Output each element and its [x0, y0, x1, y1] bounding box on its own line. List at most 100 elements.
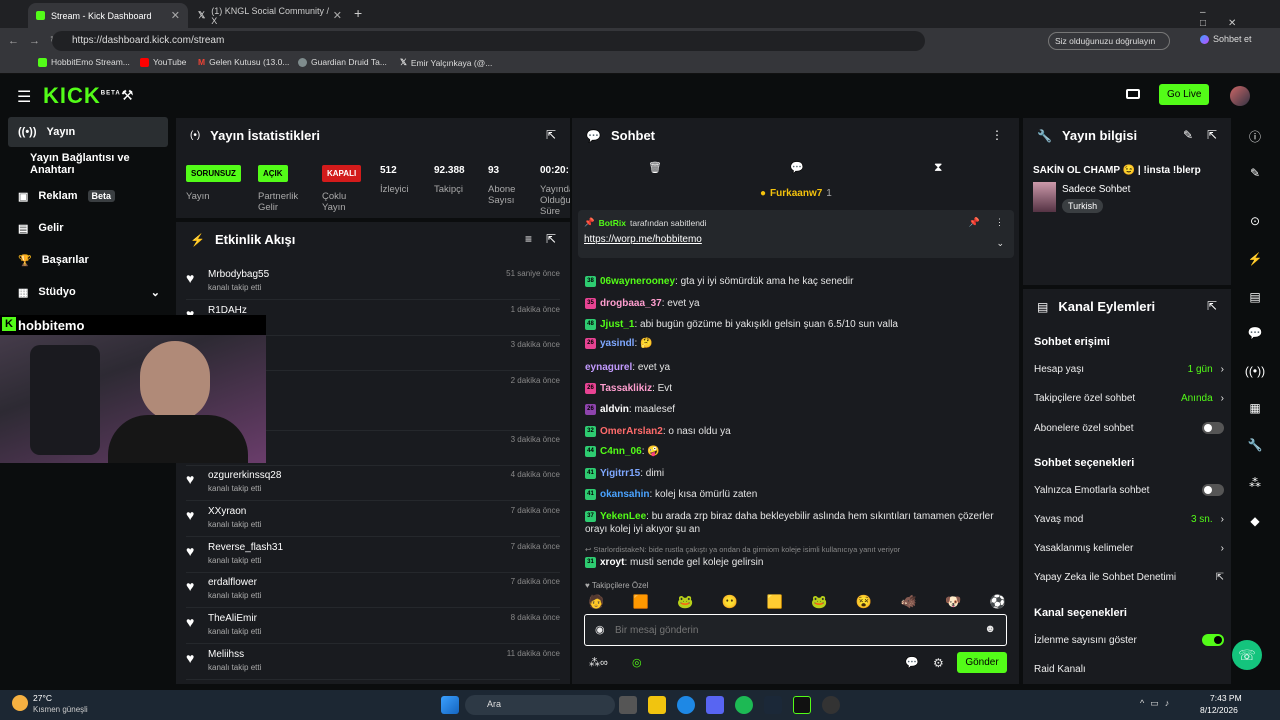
wrench-icon[interactable]: 🔧 — [1244, 434, 1266, 456]
discord-icon[interactable] — [706, 696, 724, 714]
bookmark-item[interactable]: YouTube — [140, 57, 186, 67]
pinned-link[interactable]: https://worp.me/hobbitemo — [584, 234, 702, 245]
edit-icon[interactable]: ✎ — [1183, 128, 1193, 142]
emote-icon[interactable]: 🐸 — [811, 594, 827, 610]
tab-kick-dashboard[interactable]: Stream - Kick Dashboard ✕ — [28, 3, 188, 28]
account-age-row[interactable]: Hesap yaşı 1 gün › — [1034, 364, 1224, 375]
kick-logo[interactable]: KICKBETA — [43, 83, 121, 109]
kick-icon[interactable]: ◎ — [632, 656, 642, 669]
emote-icon[interactable]: 🧑 — [588, 594, 604, 610]
chevron-down-icon[interactable]: ⌄ — [996, 238, 1004, 249]
theater-icon[interactable] — [1126, 89, 1140, 99]
menu-icon[interactable]: ☰ — [17, 87, 31, 107]
infinity-icon[interactable]: ⁂∞ — [589, 656, 608, 669]
bolt-icon[interactable]: ⚡ — [1244, 248, 1266, 270]
edit-icon[interactable]: ✎ — [1244, 162, 1266, 184]
taskbar-search[interactable]: Ara — [465, 695, 615, 715]
spotify-icon[interactable] — [735, 696, 753, 714]
popout-icon[interactable]: ⇱ — [546, 232, 556, 246]
bookmark-item[interactable]: HobbitEmo Stream... — [38, 57, 130, 67]
hourglass-icon[interactable]: ⧗ — [934, 160, 942, 175]
close-icon[interactable]: ✕ — [171, 9, 180, 22]
copilot-button[interactable]: Sohbet et — [1200, 34, 1252, 44]
event-user[interactable]: erdalflower — [208, 577, 257, 588]
sidebar-item-ads[interactable]: ▣ Reklam Beta — [8, 181, 168, 211]
steam-icon[interactable] — [764, 696, 782, 714]
chat-username[interactable]: aldvin — [600, 404, 629, 415]
bookmark-item[interactable]: Guardian Druid Ta... — [298, 57, 387, 67]
send-button[interactable]: Gönder — [957, 652, 1007, 673]
chat-username[interactable]: eynagurel — [585, 362, 632, 373]
hammer-icon[interactable]: ⚒ — [121, 87, 134, 104]
emote-only-toggle[interactable] — [1202, 484, 1224, 496]
chat-username[interactable]: okansahin — [600, 489, 649, 500]
app-icon[interactable] — [822, 696, 840, 714]
event-user[interactable]: Mrbodybag55 — [208, 269, 269, 280]
raid-row[interactable]: Raid Kanalı — [1034, 664, 1224, 675]
chat-username[interactable]: drogbaaa_37 — [600, 298, 662, 309]
tag-chip[interactable]: Turkish — [1062, 199, 1104, 213]
more-icon[interactable]: ⋮ — [995, 217, 1004, 228]
obs-icon[interactable] — [793, 696, 811, 714]
show-viewers-toggle[interactable] — [1202, 634, 1224, 646]
go-live-button[interactable]: Go Live — [1159, 84, 1210, 105]
tab-x-social[interactable]: 𝕏 (1) KNGL Social Community / X ✕ — [190, 3, 350, 28]
emote-icon[interactable]: 🐶 — [945, 594, 961, 610]
bookmark-item[interactable]: M Gelen Kutusu (13.0... — [198, 57, 289, 67]
sidebar-item-stream[interactable]: ((•)) Yayın — [8, 117, 168, 147]
tag-icon[interactable]: ◆ — [1244, 510, 1266, 532]
chat-input[interactable]: ◉ ☻ — [584, 614, 1007, 646]
support-icon[interactable]: ☏ — [1232, 640, 1262, 670]
pin-icon[interactable]: 📌 — [969, 217, 980, 228]
emoji-icon[interactable]: ☻ — [984, 623, 996, 635]
chat-bubble-icon[interactable]: 💬 — [790, 161, 804, 174]
new-tab-icon[interactable]: + — [354, 5, 362, 21]
slow-mode-row[interactable]: Yavaş mod 3 sn. › — [1034, 514, 1224, 525]
sidebar-item-stream-key[interactable]: Yayın Bağlantısı ve Anahtarı — [8, 149, 168, 179]
chat-bubble-icon[interactable]: 💬 — [905, 656, 919, 669]
broadcast-icon[interactable]: ((•)) — [1244, 360, 1266, 382]
subscribers-only-toggle[interactable] — [1202, 422, 1224, 434]
followers-only-row[interactable]: Takipçilere özel sohbet Anında › — [1034, 393, 1224, 404]
category-name[interactable]: Sadece Sohbet — [1062, 184, 1130, 195]
verify-pill[interactable]: Siz olduğunuzu doğrulayın — [1048, 32, 1170, 50]
avatar[interactable] — [1230, 86, 1250, 106]
task-view-icon[interactable] — [619, 696, 637, 714]
popout-icon[interactable]: ⇱ — [1207, 299, 1217, 313]
windows-start-icon[interactable] — [441, 696, 459, 714]
document-icon[interactable]: ▤ — [1244, 286, 1266, 308]
window-controls[interactable]: –□✕ — [1200, 7, 1280, 29]
bookmark-item[interactable]: 𝕏 Emir Yalçınkaya (@... — [400, 57, 492, 68]
chat-username[interactable]: YekenLee — [600, 511, 646, 522]
trash-icon[interactable]: 🗑 — [648, 161, 662, 174]
emote-icon[interactable]: 🐸 — [677, 594, 693, 610]
chat-username[interactable]: yasindl — [600, 338, 634, 349]
chat-username[interactable]: C4nn_06 — [600, 446, 642, 457]
top-gifter[interactable]: ● Furkaanw7 1 — [760, 188, 832, 199]
chat-username[interactable]: Jjust_1 — [600, 319, 634, 330]
target-icon[interactable]: ⊙ — [1244, 210, 1266, 232]
popout-icon[interactable]: ⇱ — [1207, 128, 1217, 142]
dots-icon[interactable]: ⁂ — [1244, 472, 1266, 494]
message-field[interactable] — [615, 621, 975, 639]
sidebar-item-studio[interactable]: ▦ Stüdyo ⌄ — [8, 277, 168, 307]
event-user[interactable]: XXyraon — [208, 506, 246, 517]
emote-icon[interactable]: 😵 — [856, 594, 872, 610]
emote-icon[interactable]: 😶 — [722, 594, 738, 610]
filter-icon[interactable]: ≡ — [525, 232, 532, 246]
emote-icon[interactable]: 🟧 — [633, 594, 649, 610]
event-user[interactable]: ozgurerkinssq28 — [208, 470, 281, 481]
chat-username[interactable]: xroyt — [600, 557, 624, 568]
chat-username[interactable]: 06waynerooney — [600, 276, 675, 287]
gear-icon[interactable]: ⚙ — [933, 656, 944, 670]
close-icon[interactable]: ✕ — [333, 9, 342, 22]
popout-icon[interactable]: ⇱ — [546, 128, 556, 142]
chat-icon[interactable]: 💬 — [1244, 322, 1266, 344]
url-bar[interactable]: https://dashboard.kick.com/stream — [52, 31, 925, 51]
chat-username[interactable]: Yigitrr15 — [600, 468, 640, 479]
emote-icon[interactable]: 🟨 — [767, 594, 783, 610]
emote-icon[interactable]: 🐗 — [900, 594, 916, 610]
banned-words-row[interactable]: Yasaklanmış kelimeler › — [1034, 543, 1224, 554]
event-user[interactable]: TheAliEmir — [208, 613, 257, 624]
channel-icon[interactable]: ▦ — [1244, 397, 1266, 419]
